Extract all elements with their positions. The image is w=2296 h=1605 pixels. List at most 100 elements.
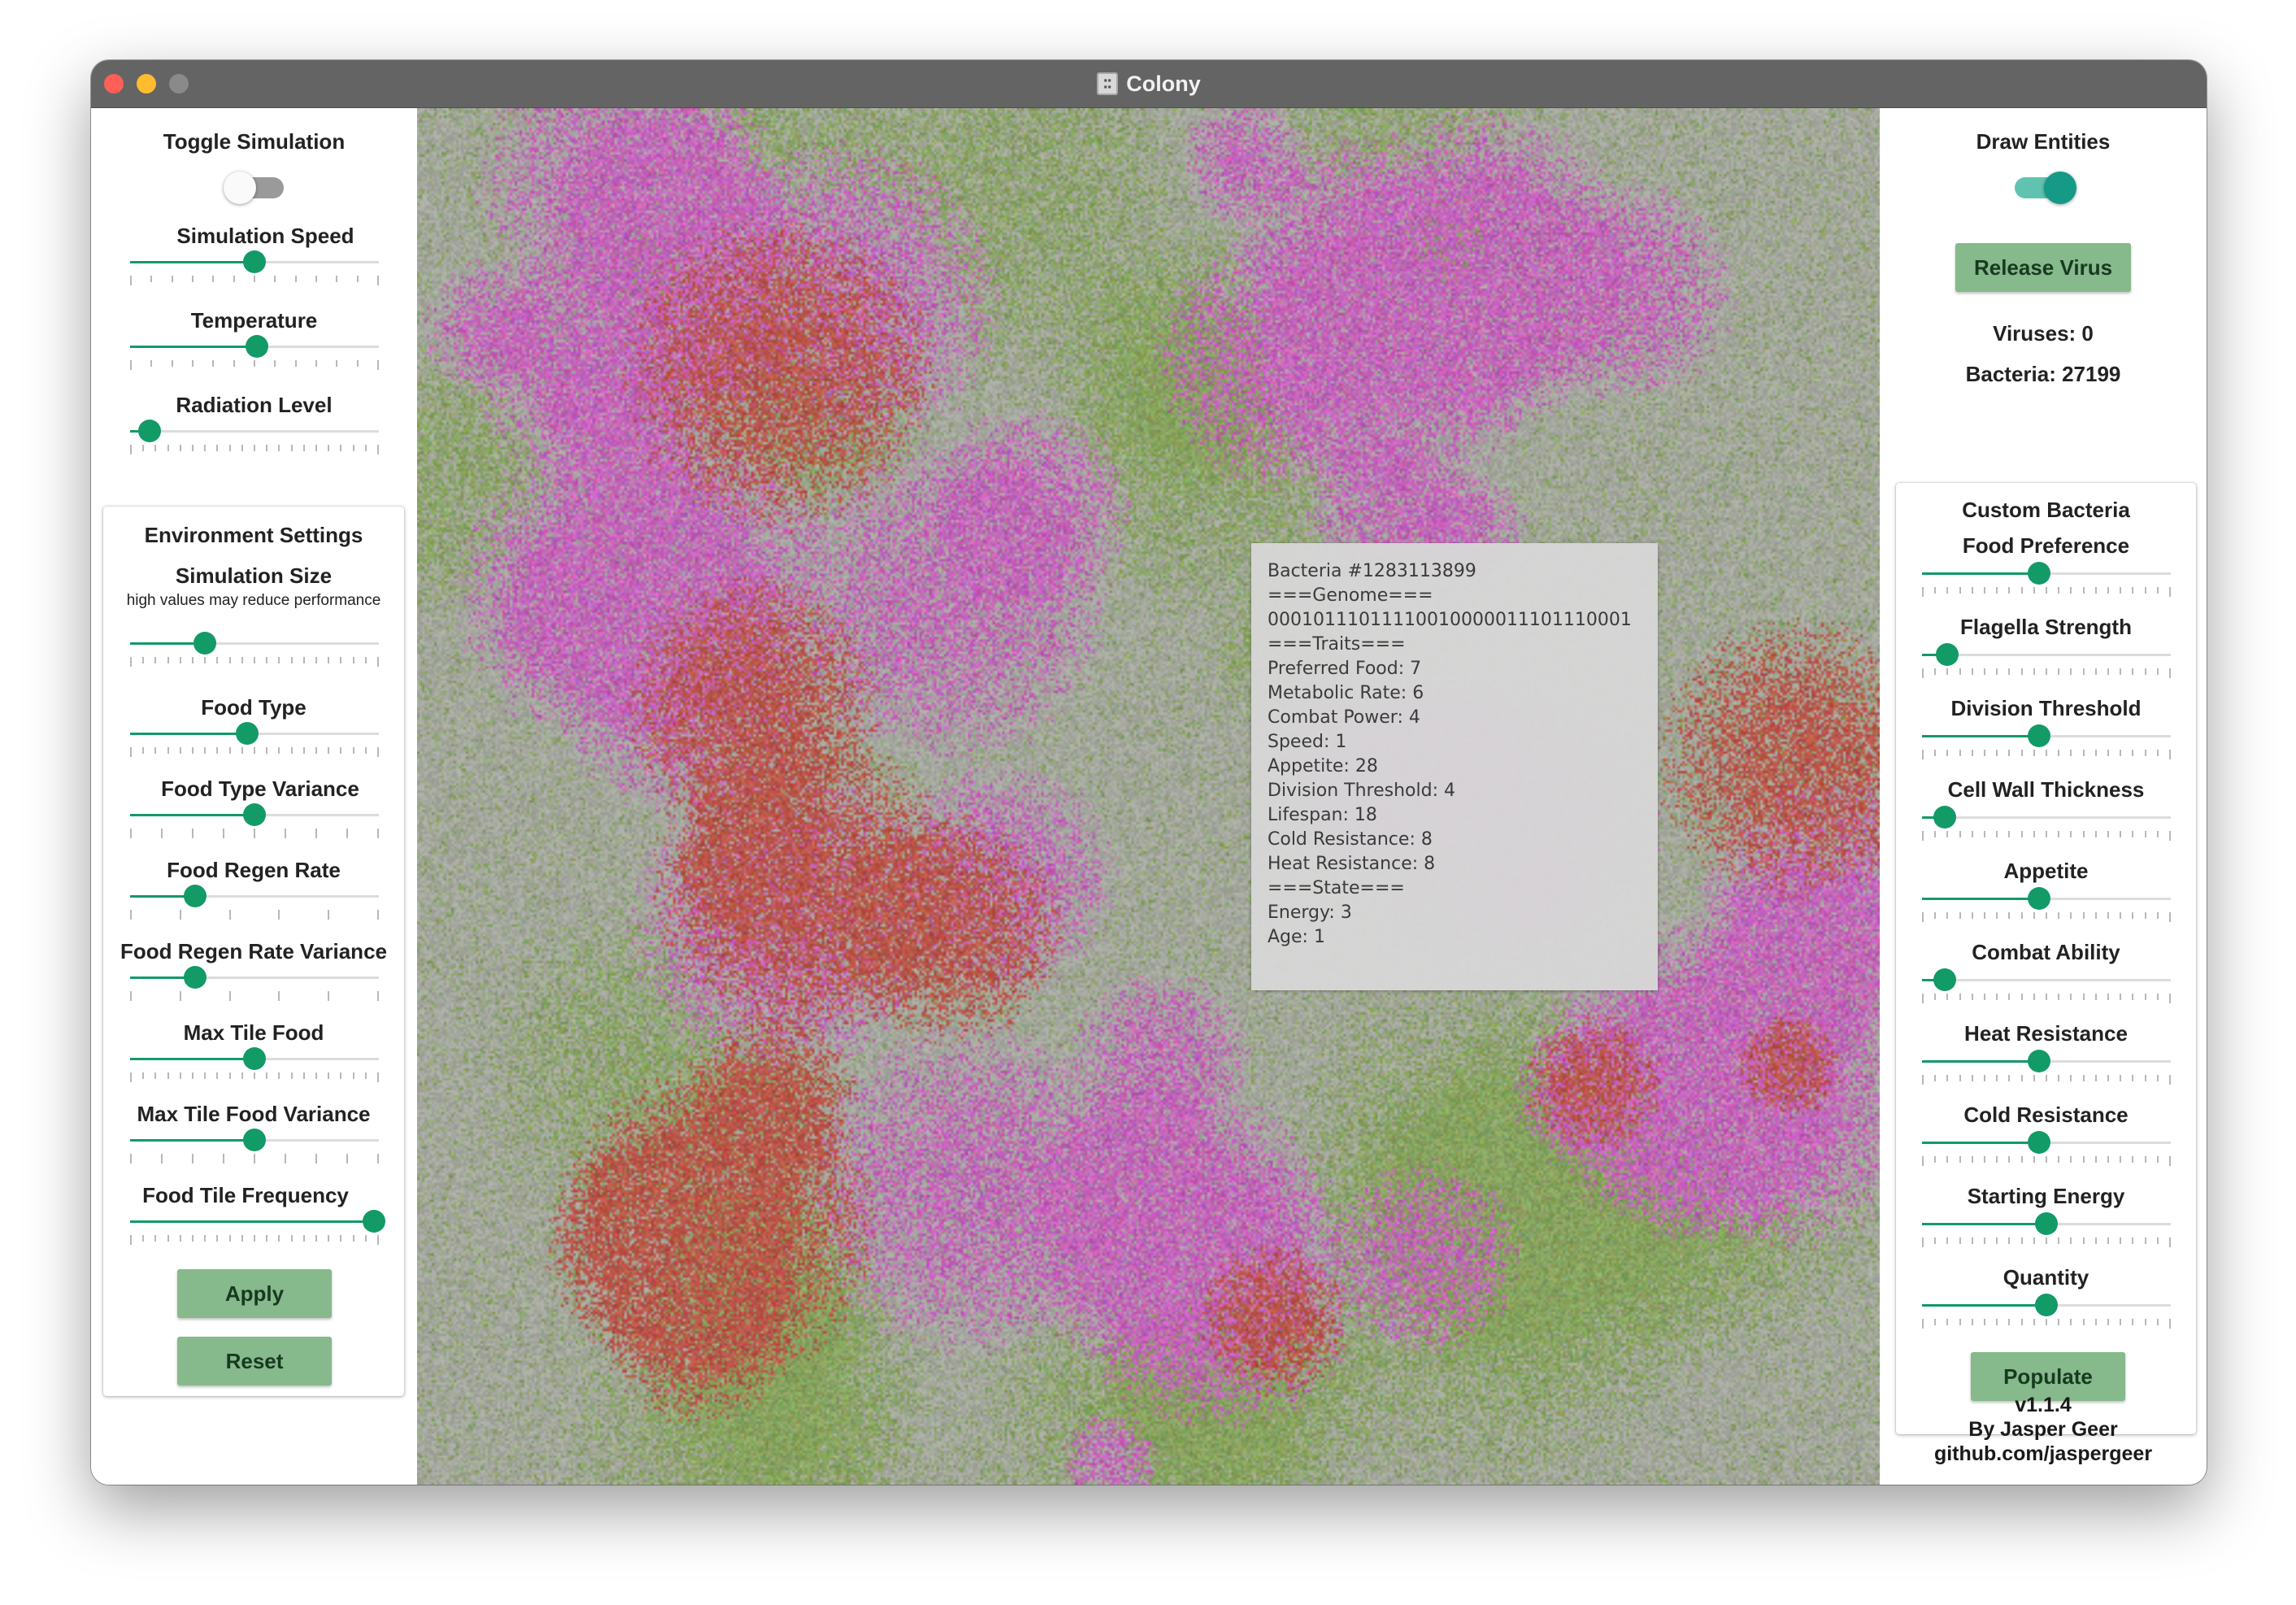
slider-tick bbox=[2070, 912, 2072, 919]
slider-tick bbox=[2107, 912, 2109, 919]
slider-thumb[interactable] bbox=[362, 1210, 385, 1233]
slider-tick bbox=[290, 1235, 293, 1242]
slider-thumb[interactable] bbox=[243, 250, 266, 273]
slider-tick bbox=[179, 445, 181, 451]
slider-thumb[interactable] bbox=[243, 803, 266, 826]
slider-tick bbox=[2008, 750, 2011, 756]
slider-tick bbox=[254, 829, 255, 838]
quantity-slider[interactable] bbox=[1922, 1293, 2171, 1329]
slider-tick bbox=[2132, 831, 2134, 837]
slider-tick bbox=[1922, 668, 1924, 678]
apply-button[interactable]: Apply bbox=[177, 1269, 332, 1318]
division-threshold-slider[interactable] bbox=[1922, 724, 2171, 759]
slider-tick bbox=[2058, 831, 2060, 837]
slider-tick bbox=[315, 657, 317, 663]
slider-thumb[interactable] bbox=[2027, 1131, 2050, 1154]
release-virus-button[interactable]: Release Virus bbox=[1955, 243, 2131, 292]
slider-thumb[interactable] bbox=[2027, 562, 2050, 585]
slider-tick bbox=[2094, 668, 2097, 675]
slider-tick bbox=[315, 1235, 317, 1242]
simulation-view[interactable] bbox=[417, 108, 1880, 1485]
max-tile-food-slider[interactable] bbox=[130, 1046, 379, 1082]
slider-tick bbox=[2156, 1156, 2159, 1163]
slider-tick bbox=[1984, 1319, 1985, 1325]
repo-link[interactable]: github.com/jaspergeer bbox=[1880, 1442, 2207, 1466]
simulation-speed-slider[interactable] bbox=[130, 250, 379, 285]
slider-thumb[interactable] bbox=[138, 420, 162, 442]
slider-tick bbox=[2169, 1319, 2171, 1329]
slider-tick bbox=[377, 1154, 379, 1164]
slider-thumb[interactable] bbox=[2027, 887, 2050, 910]
simulation-size-hint: high values may reduce performance bbox=[126, 592, 381, 609]
slider-tick bbox=[2156, 1319, 2159, 1325]
slider-tick bbox=[1959, 1075, 1961, 1081]
slider-thumb[interactable] bbox=[243, 1129, 266, 1151]
slider-tick bbox=[2120, 1319, 2122, 1325]
slider-tick bbox=[2020, 831, 2023, 837]
starting-energy-slider[interactable] bbox=[1922, 1211, 2171, 1247]
slider-tick bbox=[1959, 1237, 1961, 1244]
slider-tick bbox=[1996, 994, 1998, 1000]
heat-resistance-slider[interactable] bbox=[1922, 1049, 2171, 1085]
slider-tick bbox=[254, 360, 255, 367]
slider-tick bbox=[1996, 587, 1998, 594]
slider-thumb[interactable] bbox=[1935, 643, 1959, 666]
slider-tick bbox=[1996, 831, 1998, 837]
food-regen-rate-variance-slider[interactable] bbox=[130, 965, 379, 1001]
slider-tick bbox=[1934, 668, 1937, 675]
slider-tick bbox=[142, 1235, 145, 1242]
custom-slider-label: Quantity bbox=[2002, 1265, 2089, 1290]
cold-resistance-slider[interactable] bbox=[1922, 1130, 2171, 1166]
slider-tick bbox=[2169, 994, 2171, 1003]
slider-tick bbox=[192, 1072, 194, 1079]
slider-thumb[interactable] bbox=[243, 1047, 266, 1070]
slider-tick bbox=[328, 1235, 330, 1242]
slider-thumb[interactable] bbox=[1933, 968, 1956, 991]
simulation-size-slider[interactable] bbox=[130, 631, 379, 667]
temperature-slider[interactable] bbox=[130, 334, 379, 370]
slider-thumb[interactable] bbox=[1933, 806, 1956, 829]
slider-fill bbox=[1922, 1304, 2046, 1307]
draw-entities-switch[interactable] bbox=[2015, 172, 2076, 204]
reset-button[interactable]: Reset bbox=[177, 1337, 332, 1385]
slider-thumb[interactable] bbox=[235, 722, 259, 745]
slider-thumb[interactable] bbox=[2027, 1050, 2050, 1072]
combat-ability-slider[interactable] bbox=[1922, 968, 2171, 1003]
slider-thumb[interactable] bbox=[2027, 724, 2050, 747]
max-tile-food-variance-slider[interactable] bbox=[130, 1128, 379, 1164]
food-regen-rate-slider[interactable] bbox=[130, 884, 379, 920]
food-tile-frequency-slider[interactable] bbox=[130, 1209, 385, 1245]
slider-tick bbox=[1959, 668, 1961, 675]
appetite-slider[interactable] bbox=[1922, 886, 2171, 922]
slider-thumb[interactable] bbox=[183, 885, 207, 907]
flagella-strength-slider[interactable] bbox=[1922, 642, 2171, 678]
cell-wall-thickness-slider[interactable] bbox=[1922, 805, 2171, 841]
food-preference-slider[interactable] bbox=[1922, 561, 2171, 597]
radiation-level-slider[interactable] bbox=[130, 419, 379, 455]
slider-tick bbox=[2033, 912, 2035, 919]
slider-thumb[interactable] bbox=[2035, 1212, 2058, 1235]
inspector-line: Heat Resistance: 8 bbox=[1268, 854, 1436, 874]
simulation-canvas[interactable] bbox=[417, 108, 1880, 1485]
slider-tick bbox=[294, 276, 297, 282]
food-type-variance-slider[interactable] bbox=[130, 802, 379, 838]
slider-tick bbox=[150, 276, 153, 282]
slider-tick bbox=[328, 910, 330, 920]
food-type-slider[interactable] bbox=[130, 721, 379, 757]
slider-tick bbox=[278, 747, 280, 754]
slider-tick bbox=[340, 747, 342, 754]
slider-thumb[interactable] bbox=[246, 335, 269, 358]
slider-tick bbox=[212, 276, 215, 282]
slider-tick bbox=[2169, 1237, 2171, 1247]
slider-fill bbox=[1922, 1142, 2039, 1144]
slider-tick bbox=[2046, 1319, 2047, 1325]
slider-tick bbox=[315, 276, 317, 282]
slider-thumb[interactable] bbox=[193, 632, 216, 655]
slider-ticks bbox=[130, 991, 379, 1001]
slider-thumb[interactable] bbox=[2035, 1294, 2058, 1316]
slider-tick bbox=[302, 747, 305, 754]
slider-tick bbox=[340, 1072, 342, 1079]
slider-tick bbox=[1946, 668, 1949, 675]
slider-thumb[interactable] bbox=[183, 966, 207, 989]
toggle-simulation-switch[interactable] bbox=[224, 172, 285, 204]
